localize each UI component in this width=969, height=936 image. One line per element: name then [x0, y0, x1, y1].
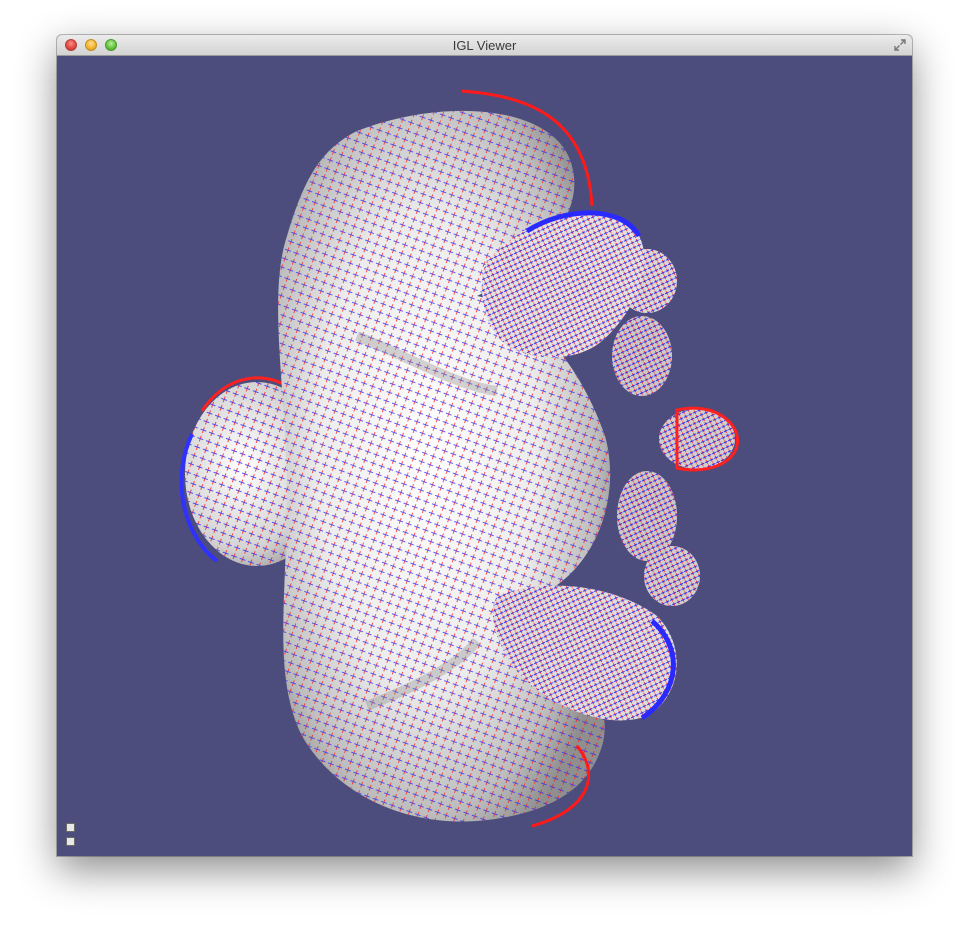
fullscreen-arrows-icon[interactable]: [893, 38, 907, 52]
window-title: IGL Viewer: [452, 38, 517, 53]
3d-viewport[interactable]: [57, 56, 912, 856]
expand-panel-icon[interactable]: [66, 823, 75, 832]
settings-panel-icon[interactable]: [66, 837, 75, 846]
main-body: [278, 89, 611, 828]
title-bar[interactable]: IGL Viewer: [57, 35, 912, 56]
igl-viewer-window: IGL Viewer: [57, 35, 912, 856]
mesh-render: [179, 89, 740, 828]
